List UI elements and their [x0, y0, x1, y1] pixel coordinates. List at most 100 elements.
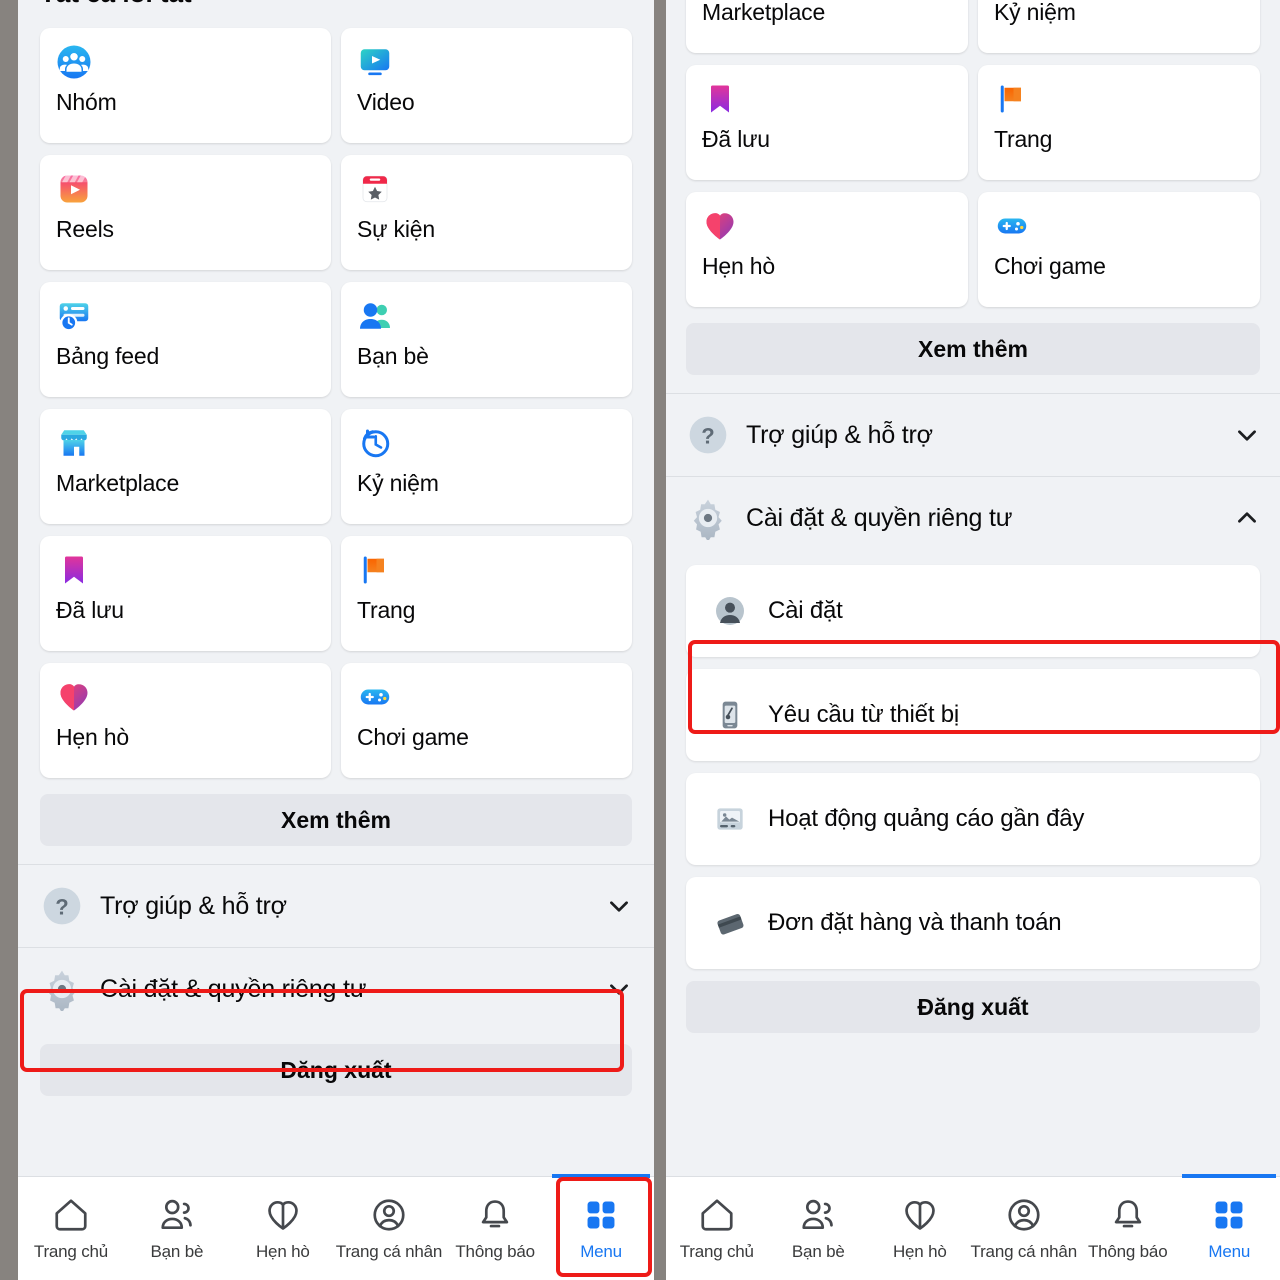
home-icon — [698, 1196, 736, 1234]
saved-icon — [702, 81, 738, 117]
dating-icon — [56, 679, 92, 715]
friends-nav-icon — [799, 1196, 837, 1234]
nav-item-label: Trang cá nhân — [970, 1241, 1078, 1261]
right-scroll-area[interactable]: Marketplace Kỷ niệm Đã lưu Trang Hẹn hò … — [666, 0, 1280, 1176]
logout-button[interactable]: Đăng xuất — [686, 981, 1260, 1033]
left-scroll-area[interactable]: Tất cả lối tắt Nhóm Video — [18, 0, 654, 1176]
chevron-down-icon[interactable] — [606, 893, 632, 919]
shortcut-tile-marketplace[interactable]: Marketplace — [686, 0, 968, 53]
shortcut-tile-label: Kỷ niệm — [994, 0, 1076, 25]
nav-item-label: Hẹn hò — [255, 1241, 310, 1261]
pages-icon — [357, 552, 393, 588]
accordion-label: Cài đặt & quyền riêng tư — [746, 503, 1013, 532]
settings-submenu-item[interactable]: Hoạt động quảng cáo gần đây — [686, 773, 1260, 865]
settings-submenu-item[interactable]: Cài đặt — [686, 565, 1260, 657]
shortcut-tile-ch-i-game[interactable]: Chơi game — [341, 663, 632, 778]
settings-submenu-label: Đơn đặt hàng và thanh toán — [768, 909, 1062, 936]
accordion-row-settings-privacy[interactable]: Cài đặt & quyền riêng tư — [666, 477, 1280, 559]
nav-item-label: Trang chủ — [33, 1241, 109, 1261]
nav-item-trang-c-nh-n[interactable]: Trang cá nhân — [971, 1177, 1077, 1280]
shortcut-tile-marketplace[interactable]: Marketplace — [40, 409, 331, 524]
shortcut-tile-label: Kỷ niệm — [357, 470, 439, 496]
gaming-icon — [357, 679, 393, 715]
nav-item-trang-ch-[interactable]: Trang chủ — [18, 1177, 124, 1280]
gaming-icon — [994, 208, 1030, 244]
nav-item-trang-ch-[interactable]: Trang chủ — [666, 1177, 768, 1280]
video-icon — [357, 44, 393, 80]
nav-item-label: Bạn bè — [150, 1241, 204, 1261]
marketplace-icon — [56, 425, 92, 461]
accordion-row-settings-privacy[interactable]: Cài đặt & quyền riêng tư — [18, 948, 654, 1030]
see-more-button[interactable]: Xem thêm — [686, 323, 1260, 375]
shortcut-tile-label: Nhóm — [56, 89, 117, 115]
nav-item-th-ng-b-o[interactable]: Thông báo — [442, 1177, 548, 1280]
dating-nav-icon — [264, 1196, 302, 1234]
shortcut-tile-h-n-h-[interactable]: Hẹn hò — [686, 192, 968, 307]
help-icon: ? — [40, 884, 84, 928]
shortcut-tile-nh-m[interactable]: Nhóm — [40, 28, 331, 143]
shortcut-tile-k-ni-m[interactable]: Kỷ niệm — [978, 0, 1260, 53]
shortcut-tile-h-n-h-[interactable]: Hẹn hò — [40, 663, 331, 778]
svg-text:?: ? — [701, 423, 714, 448]
chevron-up-icon[interactable] — [1234, 505, 1260, 531]
bell-icon — [476, 1196, 514, 1234]
accordion-row-help-support[interactable]: ? Trợ giúp & hỗ trợ — [18, 865, 654, 947]
shortcut-tile-s-ki-n[interactable]: Sự kiện — [341, 155, 632, 270]
shortcut-tile-ch-i-game[interactable]: Chơi game — [978, 192, 1260, 307]
nav-item-h-n-h-[interactable]: Hẹn hò — [869, 1177, 971, 1280]
feeds-icon — [56, 298, 92, 334]
nav-item-b-n-b-[interactable]: Bạn bè — [124, 1177, 230, 1280]
shortcut-tile-trang[interactable]: Trang — [341, 536, 632, 651]
chevron-down-icon[interactable] — [606, 976, 632, 1002]
shortcut-tile-k-ni-m[interactable]: Kỷ niệm — [341, 409, 632, 524]
right-phone-screen: Marketplace Kỷ niệm Đã lưu Trang Hẹn hò … — [666, 0, 1280, 1280]
shortcuts-grid-partial: Marketplace Kỷ niệm Đã lưu Trang Hẹn hò … — [666, 0, 1280, 307]
shortcut-tile-label: Bạn bè — [357, 343, 429, 369]
nav-item-label: Menu — [1208, 1241, 1251, 1261]
settings-submenu-label: Cài đặt — [768, 597, 843, 624]
settings-submenu-item[interactable]: Yêu cầu từ thiết bị — [686, 669, 1260, 761]
right-accordion-list: ? Trợ giúp & hỗ trợ Cài đặt & quyền riêng… — [666, 394, 1280, 559]
logout-button[interactable]: Đăng xuất — [40, 1044, 632, 1096]
nav-item-b-n-b-[interactable]: Bạn bè — [768, 1177, 870, 1280]
reels-icon — [56, 171, 92, 207]
settings-submenu-label: Yêu cầu từ thiết bị — [768, 701, 960, 728]
dating-nav-icon — [901, 1196, 939, 1234]
shortcut-tile-reels[interactable]: Reels — [40, 155, 331, 270]
shortcut-tile-b-n-b-[interactable]: Bạn bè — [341, 282, 632, 397]
left-accordion-list: ? Trợ giúp & hỗ trợ Cài đặt & quyền riêng… — [18, 865, 654, 1030]
nav-item-h-n-h-[interactable]: Hẹn hò — [230, 1177, 336, 1280]
accordion-label: Cài đặt & quyền riêng tư — [100, 974, 367, 1003]
menu-grid-icon — [1210, 1196, 1248, 1234]
shortcut-tile-trang[interactable]: Trang — [978, 65, 1260, 180]
shortcut-tile--l-u[interactable]: Đã lưu — [686, 65, 968, 180]
nav-item-menu[interactable]: Menu — [548, 1174, 654, 1280]
shortcut-tile-label: Chơi game — [357, 724, 469, 750]
left-bottom-nav: Trang chủ Bạn bè Hẹn hò Trang cá nhân Th… — [18, 1174, 654, 1280]
nav-item-trang-c-nh-n[interactable]: Trang cá nhân — [336, 1177, 442, 1280]
shortcut-tile--l-u[interactable]: Đã lưu — [40, 536, 331, 651]
bell-icon — [1109, 1196, 1147, 1234]
shortcut-tile-label: Marketplace — [56, 470, 180, 496]
groups-icon — [56, 44, 92, 80]
shortcut-tile-label: Bảng feed — [56, 343, 160, 369]
see-more-button[interactable]: Xem thêm — [40, 794, 632, 846]
accordion-label: Trợ giúp & hỗ trợ — [746, 420, 933, 449]
accordion-row-help-support[interactable]: ? Trợ giúp & hỗ trợ — [666, 394, 1280, 476]
saved-icon — [56, 552, 92, 588]
nav-item-label: Trang chủ — [679, 1241, 754, 1261]
shortcut-tile-b-ng-feed[interactable]: Bảng feed — [40, 282, 331, 397]
settings-submenu-label: Hoạt động quảng cáo gần đây — [768, 805, 1085, 832]
settings-submenu-item[interactable]: Đơn đặt hàng và thanh toán — [686, 877, 1260, 969]
nav-item-menu[interactable]: Menu — [1178, 1174, 1280, 1280]
payments-card-icon — [714, 907, 746, 939]
nav-item-label: Thông báo — [455, 1241, 535, 1261]
chevron-down-icon[interactable] — [1234, 422, 1260, 448]
help-icon: ? — [686, 413, 730, 457]
shortcut-tile-video[interactable]: Video — [341, 28, 632, 143]
menu-grid-icon — [582, 1196, 620, 1234]
shortcut-tile-label: Video — [357, 89, 415, 115]
nav-item-th-ng-b-o[interactable]: Thông báo — [1077, 1177, 1179, 1280]
shortcut-tile-label: Marketplace — [702, 0, 826, 25]
screenshot-stage: Tất cả lối tắt Nhóm Video — [0, 0, 1280, 1280]
